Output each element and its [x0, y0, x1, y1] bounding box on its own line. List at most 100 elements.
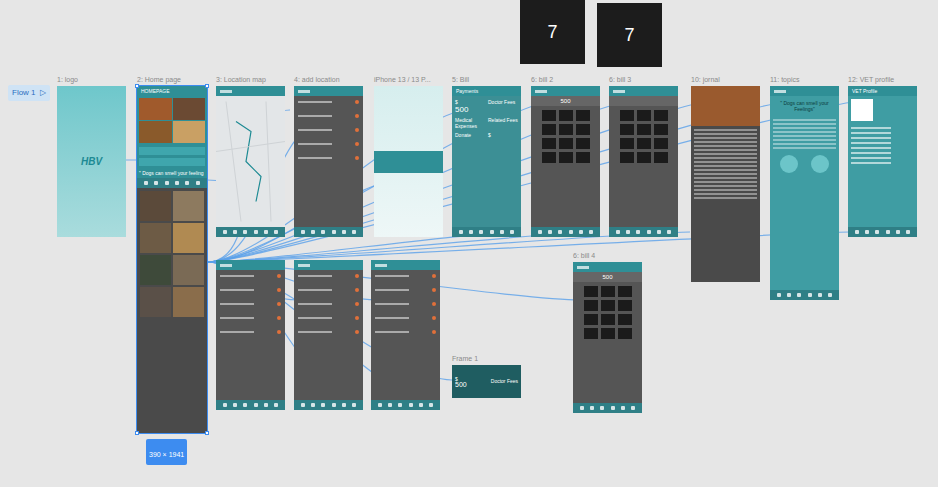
nav-icon[interactable] [667, 230, 671, 234]
nav-icon[interactable] [398, 403, 402, 407]
nav-icon[interactable] [165, 181, 169, 185]
frame[interactable]: 11: topics" Dogs can smell your Feelings… [770, 86, 839, 300]
selection-handle[interactable] [135, 84, 139, 88]
list-row[interactable] [375, 288, 436, 292]
topic-bubble[interactable] [811, 155, 829, 173]
keypad-key[interactable] [620, 110, 634, 121]
selection-handle[interactable] [205, 431, 209, 435]
nav-icon[interactable] [647, 230, 651, 234]
topic-bubble[interactable] [780, 155, 798, 173]
nav-icon[interactable] [548, 230, 552, 234]
nav-icon[interactable] [589, 230, 593, 234]
keypad-key[interactable] [576, 138, 590, 149]
keypad-key[interactable] [576, 110, 590, 121]
figma-canvas[interactable]: 77Flow 1▷1: logoHBV2: Home pageHOMEPAGE"… [0, 0, 938, 487]
nav-icon[interactable] [510, 230, 514, 234]
selection-handle[interactable] [205, 84, 209, 88]
keypad-key[interactable] [542, 138, 556, 149]
keypad-key[interactable] [637, 110, 651, 121]
nav-icon[interactable] [777, 293, 781, 297]
list-row[interactable] [375, 330, 436, 334]
nav-icon[interactable] [274, 230, 278, 234]
nav-icon[interactable] [797, 293, 801, 297]
nav-icon[interactable] [818, 293, 822, 297]
keypad-key[interactable] [584, 300, 598, 311]
fee-option[interactable]: Doctor Fees [488, 99, 518, 114]
nav-icon[interactable] [479, 230, 483, 234]
nav-icon[interactable] [569, 230, 573, 234]
frame[interactable]: 3: Location map [216, 86, 285, 237]
frame[interactable]: 5: BillPayments$500Doctor FeesMedical Ex… [452, 86, 521, 237]
keypad-key[interactable] [542, 124, 556, 135]
nav-icon[interactable] [787, 293, 791, 297]
fee-option[interactable]: Medical Expenses [455, 117, 485, 129]
nav-icon[interactable] [616, 230, 620, 234]
list-row[interactable] [375, 302, 436, 306]
nav-icon[interactable] [311, 403, 315, 407]
list-row[interactable] [298, 330, 359, 334]
list-row[interactable] [298, 114, 359, 118]
nav-icon[interactable] [621, 406, 625, 410]
list-row[interactable] [298, 100, 359, 104]
nav-icon[interactable] [906, 230, 910, 234]
keypad-key[interactable] [654, 124, 668, 135]
nav-icon[interactable] [311, 230, 315, 234]
frame[interactable]: 6: bill 4500 [573, 262, 642, 413]
nav-icon[interactable] [332, 403, 336, 407]
keypad-key[interactable] [637, 152, 651, 163]
keypad-key[interactable] [576, 152, 590, 163]
nav-icon[interactable] [626, 230, 630, 234]
keypad-key[interactable] [620, 138, 634, 149]
keypad-key[interactable] [654, 138, 668, 149]
nav-icon[interactable] [264, 403, 268, 407]
list-row[interactable] [298, 288, 359, 292]
keypad-key[interactable] [654, 110, 668, 121]
keypad-key[interactable] [601, 286, 615, 297]
list-row[interactable] [298, 156, 359, 160]
nav-icon[interactable] [419, 403, 423, 407]
nav-icon[interactable] [321, 403, 325, 407]
nav-icon[interactable] [388, 403, 392, 407]
nav-icon[interactable] [875, 230, 879, 234]
nav-icon[interactable] [886, 230, 890, 234]
keypad-key[interactable] [637, 124, 651, 135]
list-row[interactable] [298, 302, 359, 306]
keypad-key[interactable] [654, 152, 668, 163]
nav-icon[interactable] [233, 230, 237, 234]
keypad-key[interactable] [618, 328, 632, 339]
nav-icon[interactable] [332, 230, 336, 234]
nav-icon[interactable] [342, 230, 346, 234]
nav-icon[interactable] [855, 230, 859, 234]
nav-icon[interactable] [254, 230, 258, 234]
list-row[interactable] [375, 316, 436, 320]
nav-icon[interactable] [580, 406, 584, 410]
nav-icon[interactable] [600, 406, 604, 410]
keypad-key[interactable] [620, 124, 634, 135]
fee-option[interactable]: Donate [455, 132, 485, 138]
nav-icon[interactable] [808, 293, 812, 297]
nav-icon[interactable] [500, 230, 504, 234]
play-icon[interactable]: ▷ [40, 87, 46, 99]
nav-icon[interactable] [144, 181, 148, 185]
keypad-key[interactable] [584, 314, 598, 325]
nav-icon[interactable] [301, 230, 305, 234]
nav-icon[interactable] [538, 230, 542, 234]
frame[interactable]: 2: Home pageHOMEPAGE" Dogs can smell you… [137, 86, 207, 433]
nav-icon[interactable] [254, 403, 258, 407]
frame[interactable]: 1: logoHBV [57, 86, 126, 237]
list-row[interactable] [298, 128, 359, 132]
nav-icon[interactable] [223, 230, 227, 234]
nav-icon[interactable] [342, 403, 346, 407]
frame[interactable]: 6: bill 3 [609, 86, 678, 237]
nav-icon[interactable] [579, 230, 583, 234]
nav-icon[interactable] [154, 181, 158, 185]
nav-icon[interactable] [631, 406, 635, 410]
keypad-key[interactable] [618, 314, 632, 325]
nav-icon[interactable] [429, 403, 433, 407]
keypad-key[interactable] [559, 152, 573, 163]
keypad-key[interactable] [584, 286, 598, 297]
keypad-key[interactable] [618, 286, 632, 297]
nav-icon[interactable] [590, 406, 594, 410]
list-row[interactable] [220, 316, 281, 320]
frame[interactable]: 4: add location [294, 86, 363, 237]
